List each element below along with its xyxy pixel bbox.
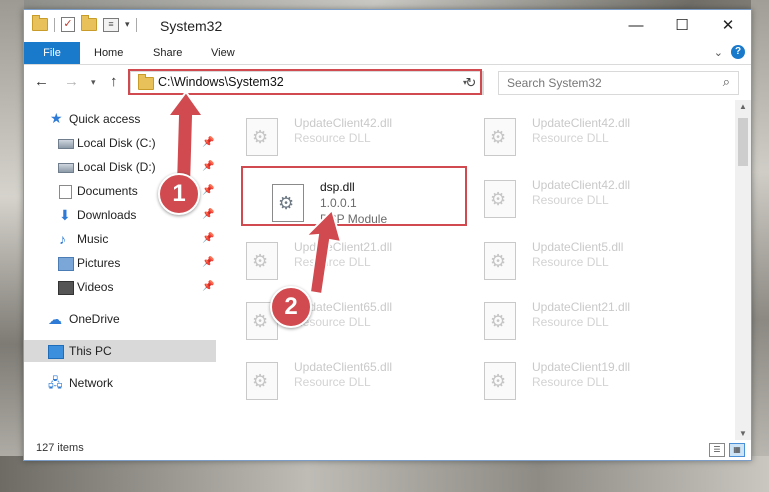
callout-arrows bbox=[166, 90, 343, 296]
arrow-one bbox=[166, 90, 205, 186]
arrow-two bbox=[303, 208, 343, 296]
callout-badge-one: 1 bbox=[158, 173, 200, 215]
callout-badge-two: 2 bbox=[270, 286, 312, 328]
